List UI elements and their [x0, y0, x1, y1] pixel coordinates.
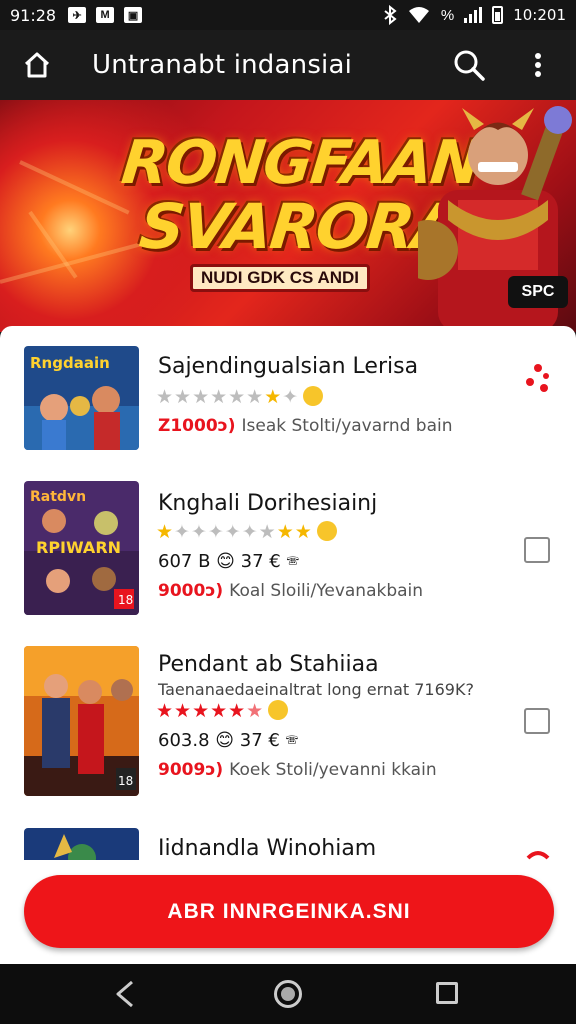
item-price: 9009ɔ) [158, 760, 224, 780]
svg-text:18: 18 [118, 593, 133, 607]
promo-banner[interactable]: RONGFAAN SVARORA NUDI GDK CS ANDI [0, 100, 576, 332]
list-item[interactable]: Ratdvn RPIWARN 18 Knghali Dorihesiainj ★… [0, 481, 576, 615]
wifi-icon [408, 7, 429, 23]
red-dots-icon[interactable] [526, 364, 550, 394]
svg-text:18: 18 [118, 774, 133, 788]
app-bar: Untranabt indansiai [0, 30, 576, 100]
status-time: 91:28 [10, 5, 57, 25]
item-meta-text: Koal Sloili/Yevanakbain [229, 581, 424, 601]
item-count: 607 B 😊 37 € 🕾 [158, 551, 300, 572]
back-icon[interactable] [112, 980, 138, 1008]
app-title: Untranabt indansiai [92, 50, 353, 80]
svg-text:RPIWARN: RPIWARN [36, 538, 121, 557]
item-meta: 9000ɔ) Koal Sloili/Yevanakbain [158, 581, 423, 601]
signal-icon [464, 7, 483, 23]
battery-icon [492, 6, 504, 24]
more-vert-icon[interactable] [524, 49, 552, 81]
item-price: 9000ɔ) [158, 581, 224, 601]
list-item[interactable]: 18 Pendant ab Stahiiaa Taenanaedaeinaltr… [0, 646, 576, 796]
system-nav-bar [0, 964, 576, 1024]
banner-subtitle: NUDI GDK CS ANDI [190, 264, 370, 292]
bluetooth-icon [384, 5, 397, 25]
item-meta-text: Koek Stoli/yevanni kkain [229, 760, 437, 780]
home-icon[interactable] [22, 50, 52, 80]
battery-percent-text: % [440, 6, 455, 24]
item-name: Sajendingualsian Lerisa [158, 354, 419, 379]
recents-icon[interactable] [436, 982, 458, 1004]
item-meta-text: Iseak Stolti/yavarnd bain [241, 416, 453, 436]
item-meta: 9009ɔ) Koek Stoli/yevanni kkain [158, 760, 437, 780]
svg-text:Ratdvn: Ratdvn [30, 489, 86, 505]
list-item[interactable]: Iidnandla Winohiam [0, 828, 576, 860]
item-name: Pendant ab Stahiiaa [158, 652, 379, 677]
mail-icon: M [96, 7, 115, 23]
banner-title-line2: SVARORA [136, 190, 463, 263]
item-price: Z1000ɔ) [158, 416, 236, 436]
status-bar: 91:28 ✈ M ▣ % 10:201 [0, 0, 576, 30]
banner-badge: SPC [508, 276, 568, 308]
item-subtitle: Taenanaedaeinaltrat long ernat 7169K? [158, 680, 474, 699]
item-checkbox[interactable] [524, 708, 550, 734]
status-right: % 10:201 [383, 5, 566, 25]
image-icon: ▣ [124, 7, 143, 23]
list-item[interactable]: Rngdaain Sajendingualsian Lerisa ★★★★★★★… [0, 346, 576, 450]
item-rating: ★✦✦✦✦✦★★★ [156, 521, 337, 544]
item-name: Iidnandla Winohiam [158, 836, 377, 860]
notification-icon: ✈ [68, 7, 87, 23]
svg-text:Rngdaain: Rngdaain [30, 354, 110, 372]
app-thumbnail: 18 [24, 646, 139, 796]
app-list: Rngdaain Sajendingualsian Lerisa ★★★★★★★… [0, 326, 576, 860]
app-thumbnail [24, 828, 139, 860]
app-thumbnail: Ratdvn RPIWARN 18 [24, 481, 139, 615]
item-rating: ★★★★★★ [156, 700, 289, 723]
status-clock: 10:201 [513, 6, 566, 24]
app-thumbnail: Rngdaain [24, 346, 139, 450]
home-circle-icon[interactable] [274, 980, 302, 1008]
item-rating: ★★★★★★★✦ [156, 386, 324, 409]
item-meta: Z1000ɔ) Iseak Stolti/yavarnd bain [158, 416, 453, 436]
red-dots-icon[interactable] [526, 848, 550, 860]
item-checkbox[interactable] [524, 537, 550, 563]
item-count: 603.8 😊 37 € 🕾 [158, 730, 299, 751]
primary-action-button[interactable]: ABR INNRGEINKA.SNI [24, 875, 554, 948]
item-name: Knghali Dorihesiainj [158, 491, 378, 516]
search-icon[interactable] [452, 48, 486, 82]
